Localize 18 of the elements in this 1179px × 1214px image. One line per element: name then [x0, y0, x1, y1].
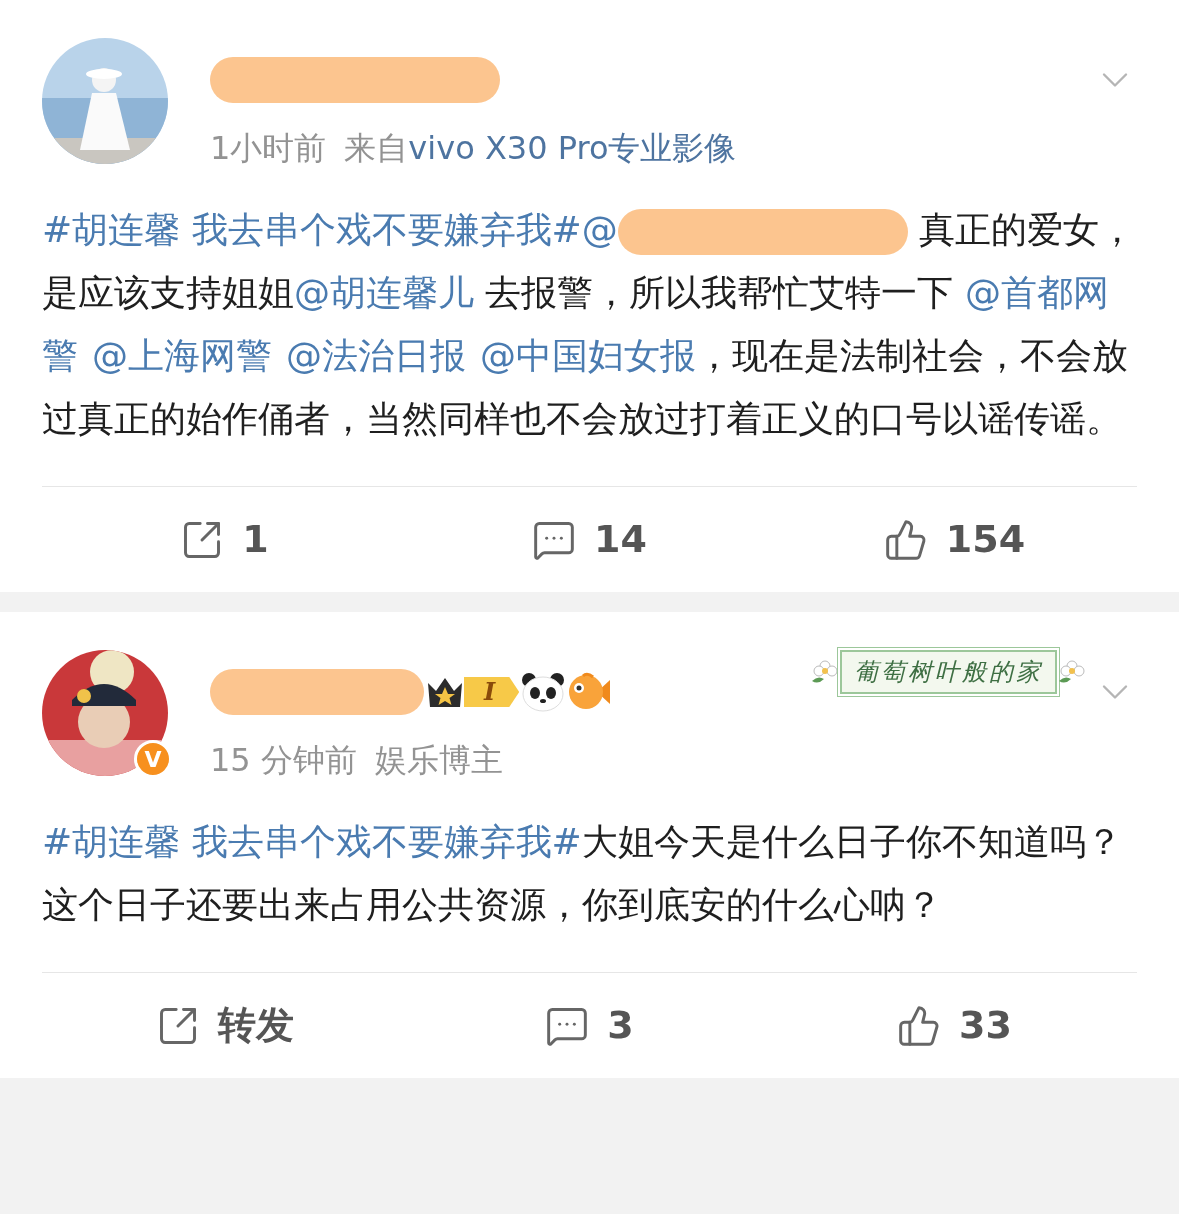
post-source: 来自vivo X30 Pro专业影像 — [344, 128, 737, 169]
repost-button[interactable]: 转发 — [42, 997, 407, 1054]
nameplate-text: 葡萄树叶般的家 — [854, 658, 1043, 686]
comment-button[interactable]: 3 — [407, 997, 772, 1054]
like-button[interactable]: 154 — [772, 511, 1137, 568]
fish-icon — [567, 672, 612, 712]
repost-button[interactable]: 1 — [42, 511, 407, 568]
author-role: 娱乐博主 — [374, 740, 503, 781]
post-text: #胡连馨 我去串个戏不要嫌弃我#@ 真正的爱女，是应该支持姐姐@胡连馨儿 去报警，所以我帮忙艾特一下 @首都网警 @上海网警 @法治日报 @中国妇女报，现在是法制社会，不会放过真正的始作俑者，当然同样也不会放过打着正义的口号以谣传谣。 — [42, 208, 1137, 441]
panda-icon — [521, 672, 566, 712]
level-badge: I — [464, 677, 520, 707]
thumbs-up-icon — [883, 517, 928, 562]
verified-badge: V — [134, 740, 172, 778]
post-text: #胡连馨 我去串个戏不要嫌弃我#大姐今天是什么日子你不知道吗？这个日子还要出来占用公共资源，你到底安的什么心呐？ — [42, 820, 1123, 927]
like-button[interactable]: 33 — [772, 997, 1137, 1054]
post-time: 15 分钟前 — [210, 740, 357, 781]
post-time: 1小时前 — [210, 128, 327, 169]
comment-button[interactable]: 14 — [407, 511, 772, 568]
